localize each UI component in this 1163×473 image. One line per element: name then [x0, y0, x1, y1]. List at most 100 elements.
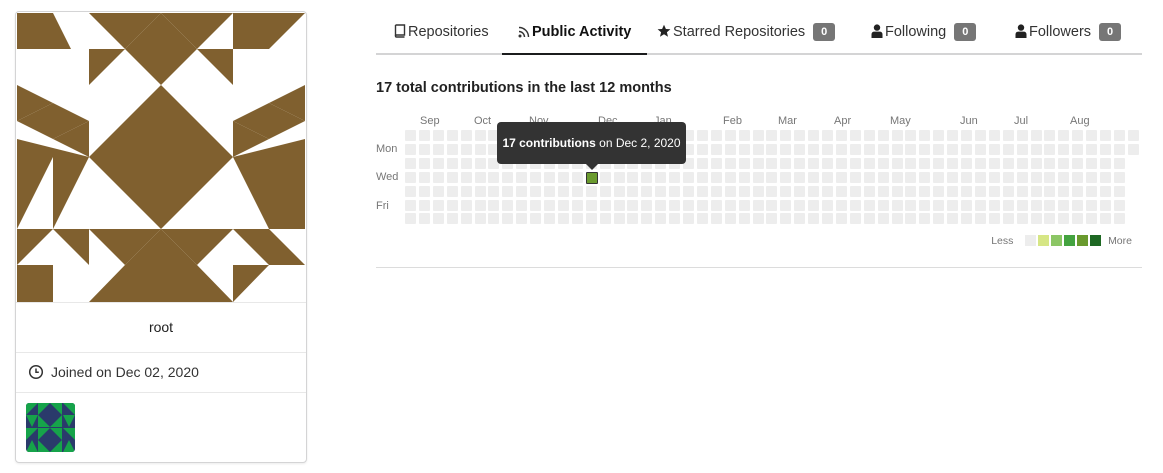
contribution-day[interactable]: [822, 157, 833, 169]
contribution-day[interactable]: [696, 171, 708, 183]
contribution-day[interactable]: [1072, 213, 1084, 225]
contribution-day[interactable]: [432, 157, 444, 169]
contribution-day[interactable]: [1058, 213, 1070, 225]
contribution-day[interactable]: [1016, 143, 1028, 155]
contribution-day[interactable]: [669, 199, 681, 211]
contribution-day[interactable]: [835, 143, 847, 155]
contribution-day[interactable]: [891, 185, 903, 197]
contribution-day[interactable]: [696, 130, 708, 141]
contribution-day[interactable]: [683, 185, 694, 197]
contribution-day[interactable]: [849, 185, 861, 197]
contribution-day[interactable]: [1086, 157, 1098, 169]
contribution-day[interactable]: [544, 171, 555, 183]
contribution-day[interactable]: [919, 213, 931, 225]
contribution-day[interactable]: [780, 171, 792, 183]
contribution-day[interactable]: [696, 157, 708, 169]
contribution-day[interactable]: [516, 199, 528, 211]
contribution-day[interactable]: [557, 185, 569, 197]
contribution-day[interactable]: [891, 199, 903, 211]
contribution-day[interactable]: [863, 213, 875, 225]
contribution-day[interactable]: [460, 143, 472, 155]
contribution-day[interactable]: [794, 171, 806, 183]
contribution-day[interactable]: [432, 171, 444, 183]
contribution-day[interactable]: [1030, 143, 1042, 155]
contribution-day[interactable]: [655, 213, 667, 225]
contribution-day[interactable]: [571, 199, 583, 211]
contribution-day[interactable]: [891, 143, 903, 155]
contribution-day[interactable]: [1016, 171, 1028, 183]
contribution-day[interactable]: [822, 130, 833, 141]
contribution-day[interactable]: [780, 157, 792, 169]
contribution-day[interactable]: [988, 143, 1000, 155]
contribution-day[interactable]: [919, 130, 931, 141]
contribution-day[interactable]: [1030, 199, 1042, 211]
contribution-day[interactable]: [1058, 130, 1070, 141]
contribution-day[interactable]: [974, 143, 986, 155]
contribution-day[interactable]: [877, 157, 889, 169]
contribution-day[interactable]: [822, 185, 833, 197]
contribution-day[interactable]: [1072, 157, 1084, 169]
contribution-day[interactable]: [1072, 130, 1084, 141]
contribution-day[interactable]: [919, 157, 931, 169]
contribution-day[interactable]: [418, 130, 430, 141]
contribution-day[interactable]: [794, 143, 806, 155]
contribution-day[interactable]: [1002, 130, 1014, 141]
contribution-day[interactable]: [738, 143, 750, 155]
contribution-day[interactable]: [1058, 157, 1070, 169]
contribution-day[interactable]: [1113, 157, 1125, 169]
contribution-day[interactable]: [1072, 171, 1084, 183]
contribution-day[interactable]: [557, 199, 569, 211]
contribution-day[interactable]: [405, 143, 416, 155]
contribution-day[interactable]: [599, 171, 611, 183]
organization-avatar[interactable]: [26, 403, 75, 452]
contribution-day[interactable]: [780, 143, 792, 155]
contribution-day[interactable]: [446, 185, 458, 197]
contribution-day[interactable]: [724, 185, 736, 197]
contribution-day[interactable]: [1100, 143, 1111, 155]
contribution-day[interactable]: [961, 130, 972, 141]
contribution-day[interactable]: [571, 171, 583, 183]
contribution-day[interactable]: [933, 130, 945, 141]
contribution-day[interactable]: [710, 157, 722, 169]
contribution-day[interactable]: [877, 143, 889, 155]
contribution-day[interactable]: [794, 157, 806, 169]
contribution-day[interactable]: [418, 213, 430, 225]
contribution-day[interactable]: [849, 143, 861, 155]
contribution-day[interactable]: [724, 199, 736, 211]
contribution-day[interactable]: [1100, 185, 1111, 197]
contribution-day[interactable]: [460, 185, 472, 197]
contribution-day[interactable]: [766, 130, 778, 141]
contribution-day[interactable]: [474, 171, 486, 183]
contribution-day[interactable]: [460, 157, 472, 169]
contribution-day[interactable]: [1127, 130, 1139, 141]
contribution-day[interactable]: [988, 213, 1000, 225]
contribution-day[interactable]: [877, 199, 889, 211]
contribution-day[interactable]: [655, 199, 667, 211]
contribution-day[interactable]: [794, 185, 806, 197]
contribution-day[interactable]: [988, 185, 1000, 197]
contribution-day[interactable]: [1016, 199, 1028, 211]
contribution-day[interactable]: [1072, 185, 1084, 197]
contribution-day[interactable]: [1030, 213, 1042, 225]
contribution-day[interactable]: [418, 157, 430, 169]
contribution-day[interactable]: [1100, 199, 1111, 211]
contribution-day[interactable]: [585, 199, 597, 211]
contribution-day[interactable]: [1113, 130, 1125, 141]
contribution-day[interactable]: [1002, 171, 1014, 183]
contribution-day[interactable]: [822, 143, 833, 155]
contribution-day[interactable]: [905, 213, 917, 225]
contribution-day[interactable]: [710, 199, 722, 211]
contribution-day[interactable]: [1100, 171, 1111, 183]
contribution-day[interactable]: [627, 199, 639, 211]
user-avatar[interactable]: [17, 13, 305, 302]
tab-following[interactable]: Following 0: [871, 12, 977, 53]
tab-starred-repositories[interactable]: Starred Repositories 0: [657, 12, 836, 53]
contribution-day[interactable]: [1030, 171, 1042, 183]
contribution-day[interactable]: [530, 171, 542, 183]
contribution-day[interactable]: [446, 171, 458, 183]
contribution-day[interactable]: [1086, 199, 1098, 211]
contribution-day[interactable]: [474, 143, 486, 155]
contribution-day[interactable]: [1086, 143, 1098, 155]
contribution-day[interactable]: [1044, 130, 1056, 141]
contribution-day[interactable]: [724, 213, 736, 225]
